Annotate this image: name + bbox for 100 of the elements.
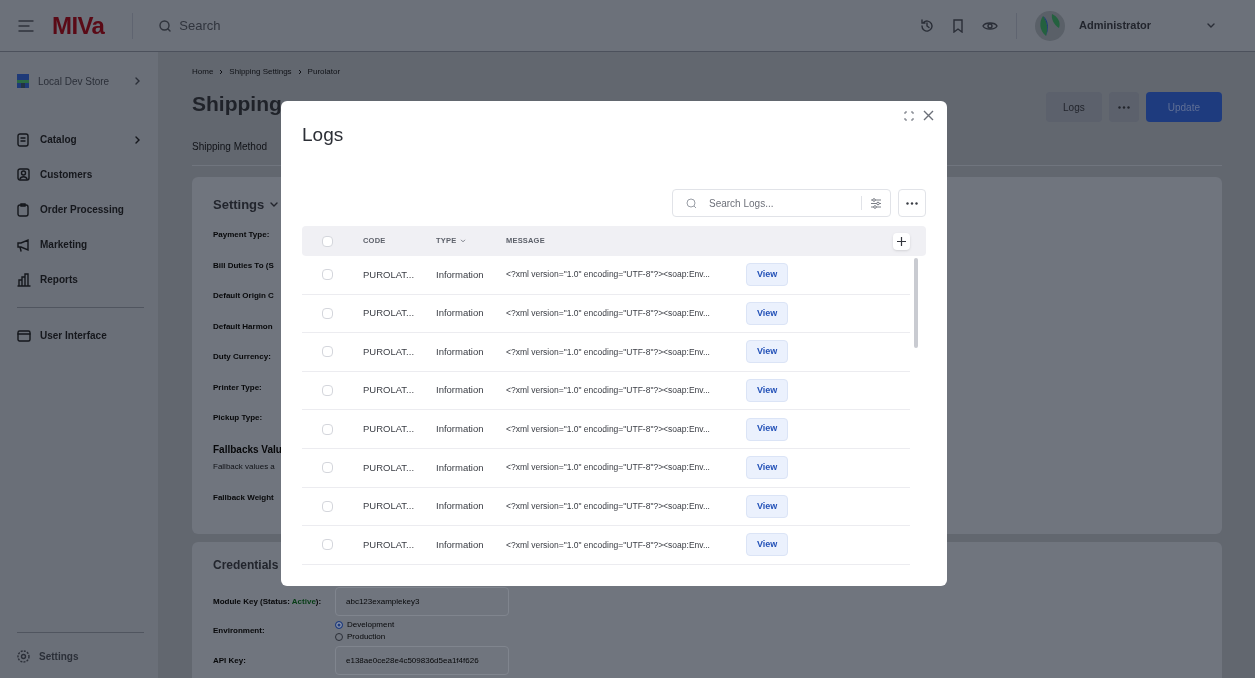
search-icon bbox=[159, 19, 172, 32]
catalog-icon bbox=[17, 132, 31, 147]
chevron-down-icon bbox=[270, 202, 279, 208]
table-cell-text: PUROLAT... bbox=[363, 267, 416, 282]
filter-icon bbox=[870, 197, 882, 209]
table-cell-text: <?xml version="1.0" encoding="UTF-8"?><soap:Env... bbox=[506, 538, 711, 552]
breadcrumb-link[interactable]: Purolator bbox=[307, 66, 341, 78]
table-cell-text: Information bbox=[436, 383, 485, 398]
checkbox[interactable] bbox=[322, 235, 333, 247]
search-field[interactable]: Search bbox=[159, 15, 860, 36]
table-cell-text: PUROLAT... bbox=[363, 306, 416, 321]
dialog-title: Logs bbox=[302, 123, 345, 145]
search-field[interactable]: Search Logs... bbox=[672, 189, 891, 217]
table-cell-text: Information bbox=[436, 267, 485, 282]
view-button[interactable]: View bbox=[746, 533, 789, 557]
sidebar-item[interactable]: Marketing bbox=[17, 227, 144, 262]
note-text: Fallback values a bbox=[213, 460, 275, 473]
checkbox[interactable] bbox=[322, 346, 333, 358]
view-button[interactable]: View bbox=[746, 456, 789, 480]
input-field[interactable]: e138ae0ce28e4c509836d5ea1f4f626 bbox=[335, 646, 509, 675]
chevron-down-icon bbox=[460, 239, 467, 243]
scrollbar-thumb[interactable] bbox=[914, 258, 918, 348]
sidebar-item[interactable]: Catalog bbox=[17, 122, 144, 157]
table-cell-text: PUROLAT... bbox=[363, 499, 416, 514]
add-column-button[interactable] bbox=[893, 232, 910, 250]
checkbox[interactable] bbox=[322, 539, 333, 551]
chevron-right-icon bbox=[219, 69, 224, 75]
menu-icon[interactable] bbox=[18, 19, 34, 32]
checkbox[interactable] bbox=[322, 385, 333, 397]
more-icon bbox=[906, 201, 918, 205]
logs-button[interactable]: Logs bbox=[1046, 92, 1102, 122]
table-cell-text: <?xml version="1.0" encoding="UTF-8"?><soap:Env... bbox=[506, 345, 711, 359]
bookmark-icon[interactable] bbox=[952, 18, 964, 33]
table-cell-text: Information bbox=[436, 344, 485, 359]
field-label: Environment: bbox=[213, 625, 266, 637]
field-label: Payment Type: bbox=[213, 229, 270, 242]
page-title: Shipping bbox=[192, 91, 282, 117]
bar-chart-icon bbox=[17, 272, 31, 287]
table-cell-text: Information bbox=[436, 537, 485, 552]
view-button[interactable]: View bbox=[746, 417, 789, 441]
breadcrumb-link[interactable]: Shipping Settings bbox=[229, 66, 292, 78]
expand-icon[interactable] bbox=[904, 110, 914, 121]
view-button[interactable]: View bbox=[746, 301, 789, 325]
field-label: Default Harmon bbox=[213, 320, 273, 333]
field-label: Pickup Type: bbox=[213, 412, 263, 425]
field-label: Fallback Weight bbox=[213, 491, 274, 504]
view-button[interactable]: View bbox=[746, 494, 789, 518]
input-field[interactable]: abc123examplekey3 bbox=[335, 587, 509, 616]
view-button[interactable]: View bbox=[746, 340, 789, 364]
radio-button[interactable] bbox=[335, 621, 343, 629]
sidebar-item[interactable]: Reports bbox=[17, 262, 144, 297]
radio-label: Development bbox=[347, 619, 395, 631]
megaphone-icon bbox=[17, 237, 31, 252]
user-name: Administrator bbox=[1079, 18, 1153, 34]
logo: MIVa bbox=[52, 13, 105, 38]
field-label: Module Key (Status: Active): bbox=[213, 595, 323, 608]
more-button[interactable] bbox=[898, 189, 926, 217]
table-cell-text: PUROLAT... bbox=[363, 344, 416, 359]
store-selector[interactable]: Local Dev Store bbox=[17, 70, 144, 92]
table-cell-text: Information bbox=[436, 422, 485, 437]
sidebar-item[interactable]: Customers bbox=[17, 157, 144, 192]
radio-label: Production bbox=[347, 631, 386, 643]
table-cell-text: PUROLAT... bbox=[363, 383, 416, 398]
plus-icon bbox=[897, 236, 906, 246]
view-button[interactable]: View bbox=[746, 263, 789, 287]
checkbox[interactable] bbox=[322, 269, 333, 281]
chevron-right-icon bbox=[135, 77, 141, 85]
checkbox[interactable] bbox=[322, 307, 333, 319]
avatar-logo-icon bbox=[1035, 10, 1065, 41]
sidebar-item[interactable]: User Interface bbox=[17, 318, 144, 353]
section-title: Settings bbox=[213, 196, 265, 215]
history-icon[interactable] bbox=[920, 18, 934, 33]
more-icon bbox=[1117, 105, 1130, 109]
store-icon bbox=[17, 74, 29, 88]
chevron-right-icon bbox=[135, 135, 141, 144]
breadcrumb-link[interactable]: Home bbox=[192, 66, 214, 78]
chevron-down-icon[interactable] bbox=[1207, 22, 1215, 29]
settings-icon bbox=[17, 650, 30, 663]
table-cell-text: Information bbox=[436, 306, 485, 321]
field-label: Printer Type: bbox=[213, 381, 262, 394]
window-icon bbox=[17, 328, 31, 343]
checkbox[interactable] bbox=[322, 423, 333, 435]
sidebar-item[interactable]: Settings bbox=[17, 632, 144, 668]
field-label: API Key: bbox=[213, 654, 247, 667]
table-cell-text: PUROLAT... bbox=[363, 460, 416, 475]
checkbox[interactable] bbox=[322, 462, 333, 474]
table-cell-text: <?xml version="1.0" encoding="UTF-8"?><soap:Env... bbox=[506, 307, 711, 320]
field-label: Duty Currency: bbox=[213, 351, 271, 364]
close-icon[interactable] bbox=[923, 110, 934, 121]
table-cell-text: <?xml version="1.0" encoding="UTF-8"?><soap:Env... bbox=[506, 461, 711, 475]
checkbox[interactable] bbox=[322, 500, 333, 512]
section-title: Credentials bbox=[213, 557, 280, 574]
table-cell-text: <?xml version="1.0" encoding="UTF-8"?><soap:Env... bbox=[506, 422, 711, 436]
table-cell-text: <?xml version="1.0" encoding="UTF-8"?><soap:Env... bbox=[506, 384, 711, 397]
sidebar-item[interactable]: Order Processing bbox=[17, 192, 144, 227]
person-icon bbox=[17, 167, 31, 182]
more-button[interactable] bbox=[1108, 92, 1139, 122]
field-label: Bill Duties To (S bbox=[213, 259, 274, 272]
eye-icon[interactable] bbox=[982, 19, 998, 32]
view-button[interactable]: View bbox=[746, 379, 789, 403]
